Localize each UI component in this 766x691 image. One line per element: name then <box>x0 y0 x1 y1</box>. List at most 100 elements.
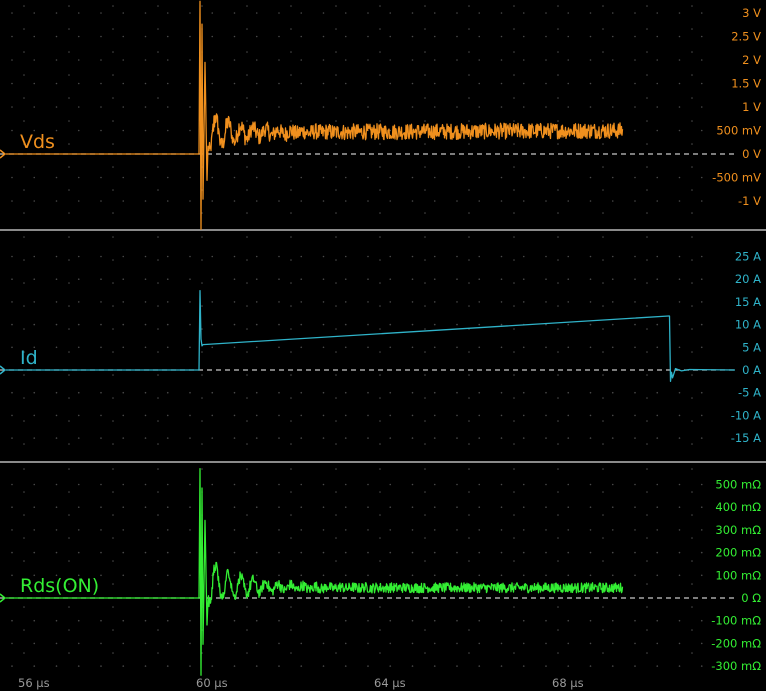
grid-dot <box>646 97 648 99</box>
grid-dot <box>678 346 681 349</box>
grid-dot <box>545 414 547 417</box>
grid-dot <box>300 529 303 531</box>
grid-dot <box>157 606 159 608</box>
grid-dot <box>300 59 303 61</box>
grid-dot <box>23 514 25 516</box>
grid-dot <box>23 629 25 631</box>
grid-dot <box>23 166 25 168</box>
grid-dot <box>278 323 280 326</box>
trace-name-id: Id <box>20 347 38 369</box>
grid-dot <box>678 301 681 303</box>
grid-dot <box>11 176 13 179</box>
grid-dot <box>77 529 80 531</box>
grid-dot <box>189 437 191 439</box>
grid-dot <box>602 374 604 376</box>
grid-dot <box>700 506 703 509</box>
grid-dot <box>189 574 191 577</box>
grid-dot <box>691 74 693 76</box>
grid-dot <box>545 391 547 394</box>
grid-dot <box>646 420 648 422</box>
grid-dot <box>389 483 392 486</box>
grid-dot <box>55 665 58 667</box>
grid-dot <box>634 346 636 349</box>
grid-dot <box>433 12 436 14</box>
grid-dot <box>389 346 392 349</box>
grid-dot <box>211 346 214 349</box>
grid-dot <box>68 51 70 53</box>
grid-dot <box>77 200 80 202</box>
grid-dot <box>678 278 681 281</box>
grid-dot <box>389 619 392 622</box>
grid-dot <box>77 414 80 417</box>
grid-dot <box>557 351 559 353</box>
grid-dot <box>545 665 547 667</box>
grid-dot <box>166 35 169 38</box>
grid-dot <box>23 652 25 654</box>
grid-dot <box>278 176 280 179</box>
y-tick-label: 2.5 V <box>731 30 761 44</box>
grid-dot <box>557 652 559 654</box>
grid-dot <box>157 351 159 353</box>
grid-dot <box>367 200 369 202</box>
grid-dot <box>602 143 604 145</box>
grid-dot <box>290 282 292 284</box>
grid-dot <box>691 351 693 353</box>
grid-dot <box>379 420 381 422</box>
grid-dot <box>233 642 236 645</box>
grid-dot <box>23 236 25 238</box>
grid-dot <box>700 414 703 417</box>
grid-dot <box>545 255 547 258</box>
grid-dot <box>456 551 458 554</box>
grid-dot <box>389 106 392 108</box>
grid-dot <box>424 537 426 539</box>
grid-dot <box>433 82 436 85</box>
grid-dot <box>367 483 369 486</box>
grid-dot <box>335 212 337 214</box>
grid-dot <box>611 665 614 667</box>
grid-dot <box>11 82 13 85</box>
grid-dot <box>557 305 559 307</box>
grid-dot <box>634 82 636 85</box>
grid-dot <box>157 305 159 307</box>
grid-dot <box>100 346 102 349</box>
grid-dot <box>557 374 559 376</box>
grid-dot <box>33 529 36 531</box>
grid-dot <box>678 106 681 108</box>
grid-dot <box>157 236 159 238</box>
grid-dot <box>678 529 681 531</box>
grid-dot <box>522 619 525 622</box>
grid-dot <box>424 259 426 261</box>
grid-dot <box>522 12 525 14</box>
grid-dot <box>144 346 147 349</box>
grid-dot <box>33 35 36 38</box>
grid-dot <box>513 143 515 145</box>
grid-dot <box>335 652 337 654</box>
grid-dot <box>290 305 292 307</box>
grid-dot <box>290 629 292 631</box>
grid-dot <box>691 189 693 191</box>
grid-dot <box>335 491 337 493</box>
grid-dot <box>77 483 80 486</box>
grid-dot <box>522 106 525 108</box>
grid-dot <box>468 5 470 7</box>
grid-dot <box>122 59 125 61</box>
grid-dot <box>545 619 547 622</box>
grid-dot <box>700 301 703 303</box>
grid-dot <box>646 652 648 654</box>
grid-dot <box>513 259 515 261</box>
grid-dot <box>656 106 659 108</box>
grid-dot <box>55 278 58 281</box>
grid-dot <box>478 414 481 417</box>
grid-dot <box>602 328 604 330</box>
grid-dot <box>33 278 36 281</box>
grid-dot <box>379 629 381 631</box>
grid-dot <box>246 28 248 30</box>
grid-dot <box>500 323 503 326</box>
grid-dot <box>500 301 503 303</box>
grid-dot <box>656 129 659 132</box>
grid-dot <box>367 12 369 14</box>
grid-dot <box>290 212 292 214</box>
grid-dot <box>55 200 58 202</box>
grid-dot <box>691 236 693 238</box>
grid-dot <box>344 82 347 85</box>
